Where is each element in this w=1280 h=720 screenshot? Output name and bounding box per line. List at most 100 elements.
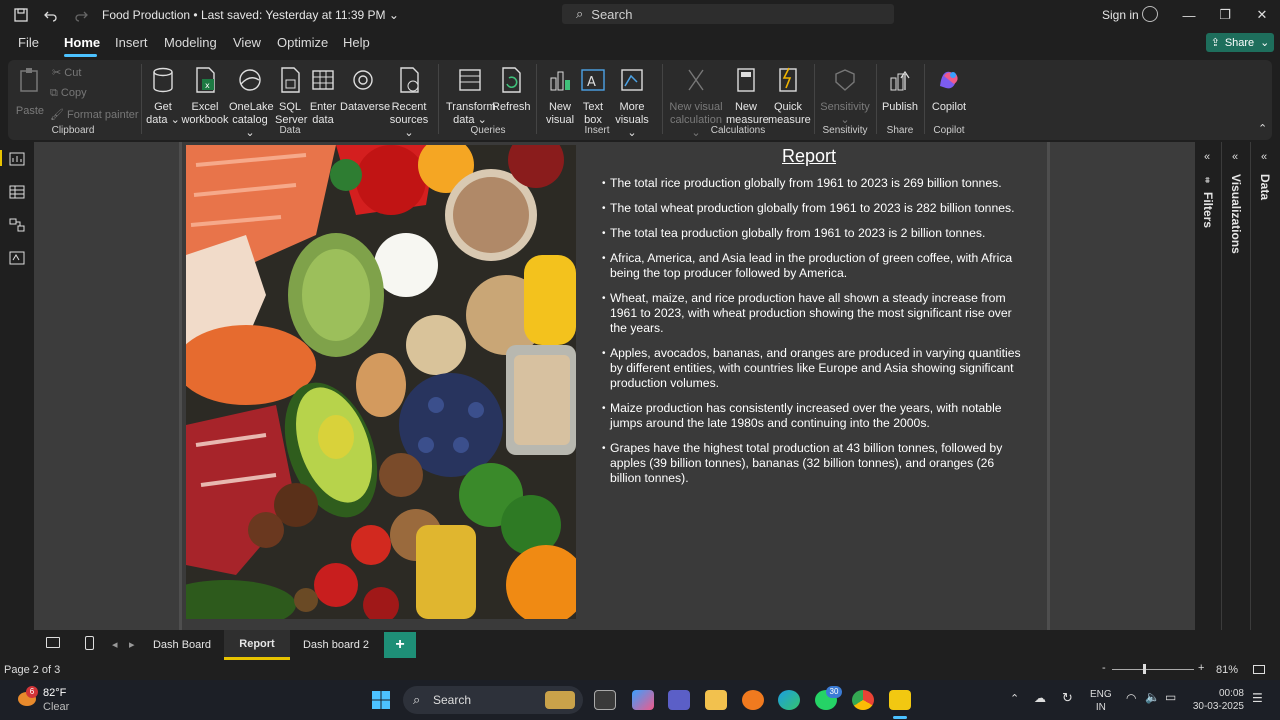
language-indicator[interactable]: ENG IN [1090, 688, 1112, 714]
copy-button[interactable]: ⧉ Copy [50, 87, 87, 100]
table-view-icon[interactable] [9, 185, 25, 199]
search-box[interactable]: ⌕ Search [562, 4, 894, 24]
fit-to-page-icon[interactable] [1253, 665, 1265, 674]
more-visuals-button[interactable]: More visuals ⌄ [610, 66, 654, 140]
zoom-out-button[interactable]: - [1102, 662, 1106, 674]
menu-home[interactable]: Home [64, 35, 100, 50]
volume-icon[interactable]: 🔈 [1145, 690, 1160, 704]
sign-in-link[interactable]: Sign in [1102, 8, 1139, 22]
pane-divider [1250, 142, 1251, 630]
teams-icon[interactable] [668, 690, 690, 710]
expand-visualizations-icon[interactable]: « [1232, 151, 1238, 163]
collapse-ribbon-icon[interactable]: ⌃ [1258, 122, 1267, 135]
insert-group-label: Insert [584, 125, 610, 136]
task-view-icon[interactable] [594, 690, 616, 710]
new-visual-button[interactable]: New visual [544, 66, 576, 127]
start-button[interactable] [372, 691, 390, 709]
close-button[interactable]: ✕ [1247, 4, 1277, 26]
prev-page-icon[interactable]: ◂ [112, 638, 118, 651]
data-pane-label[interactable]: Data [1258, 174, 1272, 200]
format-painter-button[interactable]: 🖌 Format painter [50, 108, 139, 121]
battery-icon[interactable]: ▭ [1165, 690, 1176, 704]
chrome-icon[interactable] [852, 690, 874, 710]
zoom-level[interactable]: 81% [1216, 664, 1238, 676]
quick-measure-button[interactable]: Quick measure [768, 66, 811, 127]
clock[interactable]: 00:08 30-03-2025 [1192, 687, 1244, 713]
side-panes: « ⩩ Filters « Visualizations « Data [1195, 142, 1280, 630]
menu-optimize[interactable]: Optimize [277, 35, 328, 50]
tab-dash-board[interactable]: Dash Board [142, 630, 222, 660]
view-switcher [0, 142, 34, 630]
transform-data-button[interactable]: Transform data ⌄ [446, 66, 496, 127]
new-measure-button[interactable]: New measure [726, 66, 769, 127]
menu-modeling[interactable]: Modeling [164, 35, 217, 50]
restore-button[interactable]: ❐ [1210, 4, 1240, 26]
document-title[interactable]: Food Production • Last saved: Yesterday … [102, 8, 399, 22]
refresh-button[interactable]: Refresh [492, 66, 531, 114]
table-icon [312, 70, 334, 90]
sql-server-button[interactable]: SQL Server [275, 66, 307, 127]
food-image[interactable] [186, 145, 576, 619]
share-icon: ⇪ [1210, 37, 1220, 49]
cut-button[interactable]: ✂ Cut [52, 66, 81, 79]
ribbon: Paste ✂ Cut ⧉ Copy 🖌 Format painter Clip… [8, 60, 1272, 140]
get-data-button[interactable]: Get data ⌄ [146, 66, 180, 127]
separator [924, 64, 925, 134]
excel-workbook-button[interactable]: x Excel workbook [181, 66, 229, 127]
publish-button[interactable]: Publish [880, 66, 920, 114]
menu-view[interactable]: View [233, 35, 261, 50]
edge-icon[interactable] [778, 690, 800, 710]
powerbi-icon[interactable] [889, 690, 911, 710]
minimize-button[interactable]: — [1174, 4, 1204, 26]
recent-sources-button[interactable]: Recent sources ⌄ [386, 66, 432, 140]
notifications-icon[interactable]: ☰ [1252, 691, 1263, 705]
filters-pane-label[interactable]: Filters [1201, 192, 1215, 228]
show-hidden-icons[interactable]: ⌃ [1010, 692, 1019, 705]
share-button[interactable]: ⇪ Share ⌄ [1206, 33, 1274, 52]
report-bullet-list[interactable]: The total rice production globally from … [602, 176, 1027, 496]
save-icon[interactable] [6, 0, 36, 30]
tab-dash-board-2[interactable]: Dash board 2 [292, 630, 380, 660]
next-page-icon[interactable]: ▸ [129, 638, 135, 651]
copilot-button[interactable]: Copilot [928, 66, 970, 114]
paste-button[interactable]: Paste [14, 66, 46, 118]
zoom-in-button[interactable]: + [1198, 662, 1204, 674]
copilot-app-icon[interactable] [632, 690, 654, 710]
add-page-button[interactable]: + [384, 632, 416, 658]
recent-sources-icon [400, 67, 419, 93]
sync-icon[interactable]: ↻ [1062, 690, 1073, 706]
wifi-icon[interactable]: ◠ [1126, 691, 1136, 705]
separator [536, 64, 537, 134]
visualizations-pane-label[interactable]: Visualizations [1229, 174, 1243, 254]
menu-help[interactable]: Help [343, 35, 370, 50]
onelake-catalog-button[interactable]: OneLake catalog ⌄ [229, 66, 274, 140]
copilot-icon [940, 71, 958, 89]
onedrive-icon[interactable]: ☁ [1034, 691, 1046, 705]
undo-icon[interactable] [36, 0, 66, 30]
desktop-layout-icon[interactable] [46, 637, 60, 648]
model-view-icon[interactable] [9, 218, 25, 232]
taskbar: 6 82°F Clear ⌕ Search 30 ⌃ ☁ ↻ ENG IN ◠ … [0, 680, 1280, 720]
paste-icon [20, 68, 38, 92]
avatar-icon[interactable] [1142, 6, 1158, 22]
dax-query-view-icon[interactable] [9, 251, 25, 265]
file-explorer-icon[interactable] [705, 690, 727, 710]
sensitivity-button[interactable]: Sensitivity ⌄ [818, 66, 872, 127]
expand-data-icon[interactable]: « [1261, 151, 1267, 163]
mobile-layout-icon[interactable] [85, 636, 94, 650]
zoom-slider[interactable] [1112, 669, 1194, 670]
text-box-button[interactable]: A Text box [578, 66, 608, 127]
zoom-slider-thumb[interactable] [1143, 664, 1146, 674]
expand-filters-icon[interactable]: « [1204, 151, 1210, 163]
weather-widget[interactable]: 6 82°F Clear [16, 686, 86, 716]
dataverse-button[interactable]: Dataverse [340, 66, 390, 114]
taskbar-search[interactable]: ⌕ Search [403, 686, 583, 714]
calculator-icon [737, 68, 755, 92]
tab-report[interactable]: Report [224, 630, 290, 660]
report-view-icon[interactable] [9, 152, 25, 166]
redo-icon[interactable] [66, 0, 96, 30]
app-icon[interactable] [742, 690, 764, 710]
enter-data-button[interactable]: Enter data [308, 66, 338, 127]
menu-insert[interactable]: Insert [115, 35, 148, 50]
menu-file[interactable]: File [18, 35, 39, 50]
